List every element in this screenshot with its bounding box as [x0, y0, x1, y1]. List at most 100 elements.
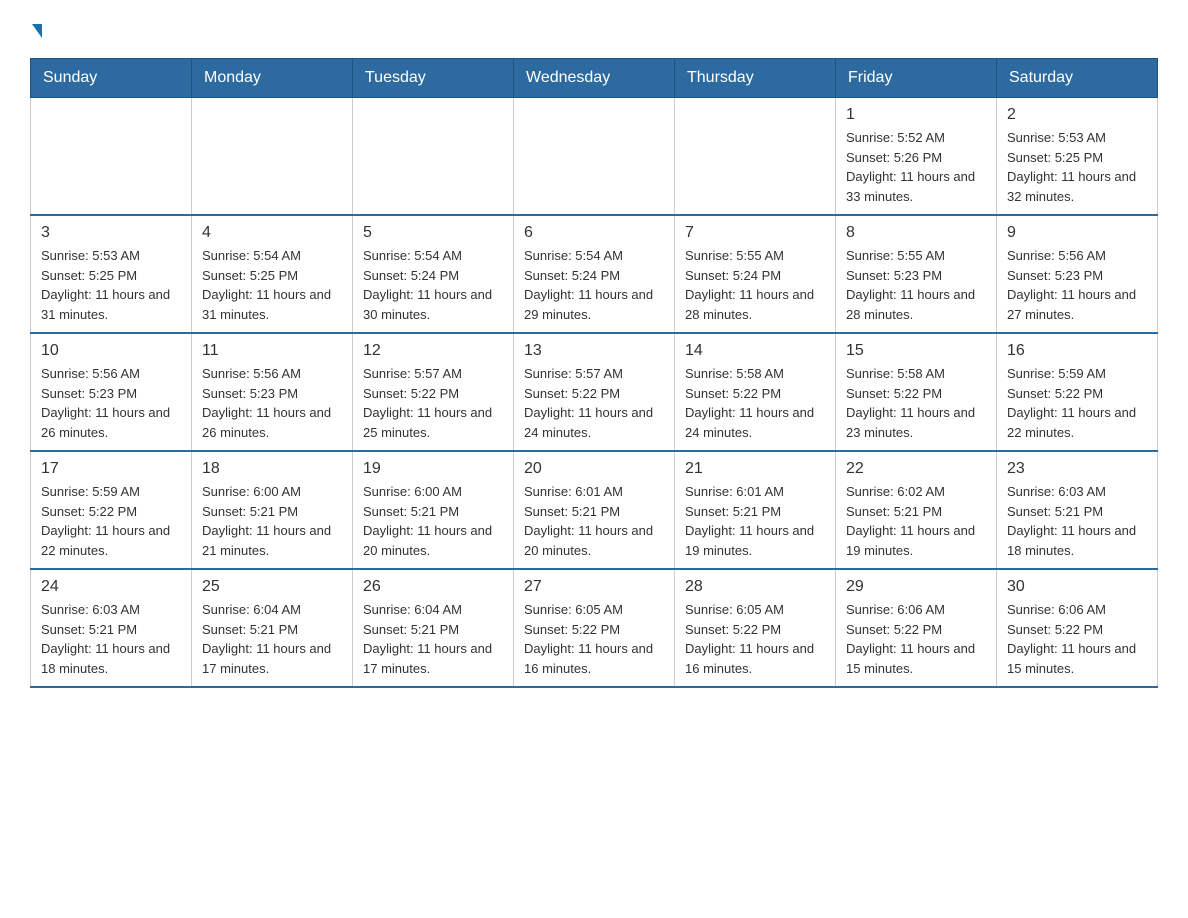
day-info: Sunrise: 6:05 AM Sunset: 5:22 PM Dayligh…	[524, 600, 664, 678]
day-cell: 15 Sunrise: 5:58 AM Sunset: 5:22 PM Dayli…	[836, 333, 997, 451]
day-info: Sunrise: 5:55 AM Sunset: 5:24 PM Dayligh…	[685, 246, 825, 324]
day-number: 18	[202, 460, 342, 478]
weekday-header-friday: Friday	[836, 59, 997, 98]
day-cell: 20 Sunrise: 6:01 AM Sunset: 5:21 PM Dayli…	[514, 451, 675, 569]
day-info: Sunrise: 5:52 AM Sunset: 5:26 PM Dayligh…	[846, 128, 986, 206]
week-row-2: 3 Sunrise: 5:53 AM Sunset: 5:25 PM Daylig…	[31, 215, 1158, 333]
logo-general-text	[30, 20, 42, 38]
day-info: Sunrise: 5:57 AM Sunset: 5:22 PM Dayligh…	[363, 364, 503, 442]
day-info: Sunrise: 6:06 AM Sunset: 5:22 PM Dayligh…	[1007, 600, 1147, 678]
day-info: Sunrise: 5:54 AM Sunset: 5:24 PM Dayligh…	[524, 246, 664, 324]
day-number: 13	[524, 342, 664, 360]
day-cell	[192, 98, 353, 216]
day-number: 1	[846, 106, 986, 124]
day-info: Sunrise: 6:05 AM Sunset: 5:22 PM Dayligh…	[685, 600, 825, 678]
day-number: 29	[846, 578, 986, 596]
day-cell: 22 Sunrise: 6:02 AM Sunset: 5:21 PM Dayli…	[836, 451, 997, 569]
day-info: Sunrise: 5:53 AM Sunset: 5:25 PM Dayligh…	[41, 246, 181, 324]
day-cell	[31, 98, 192, 216]
day-info: Sunrise: 5:56 AM Sunset: 5:23 PM Dayligh…	[1007, 246, 1147, 324]
day-number: 3	[41, 224, 181, 242]
day-number: 15	[846, 342, 986, 360]
weekday-header-thursday: Thursday	[675, 59, 836, 98]
day-info: Sunrise: 5:59 AM Sunset: 5:22 PM Dayligh…	[41, 482, 181, 560]
day-info: Sunrise: 5:55 AM Sunset: 5:23 PM Dayligh…	[846, 246, 986, 324]
day-number: 17	[41, 460, 181, 478]
day-number: 25	[202, 578, 342, 596]
day-number: 24	[41, 578, 181, 596]
logo-triangle-icon	[32, 24, 42, 38]
day-info: Sunrise: 6:00 AM Sunset: 5:21 PM Dayligh…	[202, 482, 342, 560]
day-number: 7	[685, 224, 825, 242]
day-info: Sunrise: 6:04 AM Sunset: 5:21 PM Dayligh…	[202, 600, 342, 678]
day-number: 28	[685, 578, 825, 596]
day-number: 4	[202, 224, 342, 242]
day-cell: 25 Sunrise: 6:04 AM Sunset: 5:21 PM Dayli…	[192, 569, 353, 687]
day-cell: 14 Sunrise: 5:58 AM Sunset: 5:22 PM Dayli…	[675, 333, 836, 451]
day-info: Sunrise: 6:02 AM Sunset: 5:21 PM Dayligh…	[846, 482, 986, 560]
day-cell: 18 Sunrise: 6:00 AM Sunset: 5:21 PM Dayli…	[192, 451, 353, 569]
day-cell: 7 Sunrise: 5:55 AM Sunset: 5:24 PM Daylig…	[675, 215, 836, 333]
day-info: Sunrise: 6:01 AM Sunset: 5:21 PM Dayligh…	[524, 482, 664, 560]
week-row-3: 10Sunrise: 5:56 AM Sunset: 5:23 PM Dayli…	[31, 333, 1158, 451]
day-cell: 23 Sunrise: 6:03 AM Sunset: 5:21 PM Dayli…	[997, 451, 1158, 569]
day-cell: 24Sunrise: 6:03 AM Sunset: 5:21 PM Dayli…	[31, 569, 192, 687]
day-number: 22	[846, 460, 986, 478]
weekday-header-wednesday: Wednesday	[514, 59, 675, 98]
day-info: Sunrise: 5:54 AM Sunset: 5:24 PM Dayligh…	[363, 246, 503, 324]
day-cell: 13 Sunrise: 5:57 AM Sunset: 5:22 PM Dayli…	[514, 333, 675, 451]
day-cell: 27Sunrise: 6:05 AM Sunset: 5:22 PM Dayli…	[514, 569, 675, 687]
day-number: 20	[524, 460, 664, 478]
day-number: 16	[1007, 342, 1147, 360]
day-info: Sunrise: 5:59 AM Sunset: 5:22 PM Dayligh…	[1007, 364, 1147, 442]
day-cell	[353, 98, 514, 216]
day-cell: 26 Sunrise: 6:04 AM Sunset: 5:21 PM Dayli…	[353, 569, 514, 687]
day-number: 12	[363, 342, 503, 360]
day-cell: 30 Sunrise: 6:06 AM Sunset: 5:22 PM Dayli…	[997, 569, 1158, 687]
calendar-table: SundayMondayTuesdayWednesdayThursdayFrid…	[30, 58, 1158, 688]
day-cell: 9 Sunrise: 5:56 AM Sunset: 5:23 PM Daylig…	[997, 215, 1158, 333]
day-cell: 5 Sunrise: 5:54 AM Sunset: 5:24 PM Daylig…	[353, 215, 514, 333]
day-info: Sunrise: 5:56 AM Sunset: 5:23 PM Dayligh…	[202, 364, 342, 442]
day-number: 30	[1007, 578, 1147, 596]
day-cell: 3 Sunrise: 5:53 AM Sunset: 5:25 PM Daylig…	[31, 215, 192, 333]
day-number: 19	[363, 460, 503, 478]
week-row-4: 17 Sunrise: 5:59 AM Sunset: 5:22 PM Dayli…	[31, 451, 1158, 569]
weekday-header-tuesday: Tuesday	[353, 59, 514, 98]
day-cell: 2Sunrise: 5:53 AM Sunset: 5:25 PM Daylig…	[997, 98, 1158, 216]
day-cell: 10Sunrise: 5:56 AM Sunset: 5:23 PM Dayli…	[31, 333, 192, 451]
day-number: 21	[685, 460, 825, 478]
day-info: Sunrise: 6:03 AM Sunset: 5:21 PM Dayligh…	[1007, 482, 1147, 560]
day-info: Sunrise: 5:58 AM Sunset: 5:22 PM Dayligh…	[685, 364, 825, 442]
weekday-header-monday: Monday	[192, 59, 353, 98]
day-info: Sunrise: 5:56 AM Sunset: 5:23 PM Dayligh…	[41, 364, 181, 442]
day-cell: 11 Sunrise: 5:56 AM Sunset: 5:23 PM Dayli…	[192, 333, 353, 451]
day-number: 5	[363, 224, 503, 242]
day-info: Sunrise: 5:53 AM Sunset: 5:25 PM Dayligh…	[1007, 128, 1147, 206]
day-cell: 28 Sunrise: 6:05 AM Sunset: 5:22 PM Dayli…	[675, 569, 836, 687]
day-cell: 6 Sunrise: 5:54 AM Sunset: 5:24 PM Daylig…	[514, 215, 675, 333]
day-info: Sunrise: 6:01 AM Sunset: 5:21 PM Dayligh…	[685, 482, 825, 560]
header	[30, 20, 1158, 38]
week-row-5: 24Sunrise: 6:03 AM Sunset: 5:21 PM Dayli…	[31, 569, 1158, 687]
day-info: Sunrise: 5:57 AM Sunset: 5:22 PM Dayligh…	[524, 364, 664, 442]
day-info: Sunrise: 6:00 AM Sunset: 5:21 PM Dayligh…	[363, 482, 503, 560]
day-cell: 12 Sunrise: 5:57 AM Sunset: 5:22 PM Dayli…	[353, 333, 514, 451]
day-info: Sunrise: 6:04 AM Sunset: 5:21 PM Dayligh…	[363, 600, 503, 678]
day-info: Sunrise: 5:54 AM Sunset: 5:25 PM Dayligh…	[202, 246, 342, 324]
day-cell: 21 Sunrise: 6:01 AM Sunset: 5:21 PM Dayli…	[675, 451, 836, 569]
day-cell: 1 Sunrise: 5:52 AM Sunset: 5:26 PM Daylig…	[836, 98, 997, 216]
day-number: 9	[1007, 224, 1147, 242]
day-number: 6	[524, 224, 664, 242]
weekday-header-row: SundayMondayTuesdayWednesdayThursdayFrid…	[31, 59, 1158, 98]
weekday-header-saturday: Saturday	[997, 59, 1158, 98]
day-cell	[675, 98, 836, 216]
day-number: 26	[363, 578, 503, 596]
day-cell	[514, 98, 675, 216]
day-number: 14	[685, 342, 825, 360]
day-cell: 19 Sunrise: 6:00 AM Sunset: 5:21 PM Dayli…	[353, 451, 514, 569]
day-number: 11	[202, 342, 342, 360]
day-info: Sunrise: 5:58 AM Sunset: 5:22 PM Dayligh…	[846, 364, 986, 442]
day-cell: 29Sunrise: 6:06 AM Sunset: 5:22 PM Dayli…	[836, 569, 997, 687]
day-number: 23	[1007, 460, 1147, 478]
